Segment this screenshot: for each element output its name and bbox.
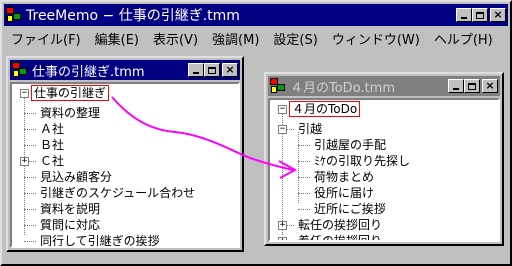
tree-node[interactable]: 資料を説明 [38, 201, 102, 217]
tree-node[interactable]: 荷物まとめ [312, 169, 376, 185]
doc2-close-button[interactable]: × [482, 79, 498, 93]
doc1-minimize-button[interactable] [188, 63, 204, 77]
menu-file[interactable]: ファイル(F) [4, 29, 88, 48]
doc2-window: ４月のToDo.tmm × − ４月のToDo − 引越 引越屋の手配 ﾐｹの引… [264, 72, 504, 246]
tree-group-node[interactable]: 引越 [296, 121, 324, 137]
expand-toggle-icon[interactable]: + [278, 237, 287, 240]
treememo-app-icon[interactable] [6, 7, 22, 23]
doc2-tree-view[interactable]: − ４月のToDo − 引越 引越屋の手配 ﾐｹの引取り先探し 荷物まとめ 役所… [268, 98, 500, 242]
tree-node[interactable]: 質問に対応 [38, 217, 102, 233]
menu-view[interactable]: 表示(V) [146, 29, 205, 48]
doc2-title-bar[interactable]: ４月のToDo.tmm × [268, 76, 500, 96]
doc1-tree-view[interactable]: − 仕事の引継ぎ 資料の整理 Ａ社 Ｂ社 + Ｃ社 見込み顧客分 引継ぎのスケジ… [10, 82, 240, 248]
main-minimize-button[interactable] [456, 8, 472, 22]
tree-node[interactable]: 転任の挨拶回り [296, 217, 384, 233]
main-title-bar[interactable]: TreeMemo − 仕事の引継ぎ.tmm × [4, 4, 508, 26]
doc1-maximize-button[interactable] [204, 63, 220, 77]
close-icon: × [493, 8, 503, 21]
main-maximize-button[interactable] [472, 8, 488, 22]
close-icon: × [225, 63, 235, 76]
doc2-maximize-button[interactable] [464, 79, 480, 93]
tree-node[interactable]: ﾐｹの引取り先探し [312, 153, 412, 169]
tree-node[interactable]: 見込み顧客分 [38, 169, 114, 185]
doc1-title-bar[interactable]: 仕事の引継ぎ.tmm × [10, 60, 240, 80]
tree-node[interactable]: Ｃ社 [38, 153, 66, 169]
expand-toggle-icon[interactable]: + [278, 221, 287, 230]
tree-root-node[interactable]: 仕事の引継ぎ [30, 85, 110, 101]
doc2-app-icon[interactable] [270, 78, 286, 94]
tree-root-node[interactable]: ４月のToDo [288, 101, 361, 117]
minimize-icon [193, 72, 199, 74]
root-node-label: ４月のToDo [288, 101, 361, 117]
main-window-title: TreeMemo − 仕事の引継ぎ.tmm [26, 8, 240, 24]
tree-node[interactable]: 着任の挨拶回り [296, 233, 384, 240]
close-icon: × [485, 79, 495, 92]
collapse-toggle-icon[interactable]: − [20, 89, 29, 98]
doc2-title: ４月のToDo.tmm [290, 80, 395, 96]
tree-node[interactable]: Ｂ社 [38, 137, 66, 153]
doc1-window: 仕事の引継ぎ.tmm × − 仕事の引継ぎ 資料の整理 Ａ社 Ｂ社 + Ｃ社 見… [6, 56, 244, 252]
menu-settings[interactable]: 設定(S) [266, 29, 324, 48]
menu-window[interactable]: ウィンドウ(W) [325, 29, 427, 48]
main-close-button[interactable]: × [490, 8, 506, 22]
maximize-icon [208, 66, 216, 74]
minimize-icon [453, 88, 459, 90]
expand-toggle-icon[interactable]: + [20, 157, 29, 166]
maximize-icon [468, 82, 476, 90]
minimize-icon [461, 17, 467, 19]
root-node-label: 仕事の引継ぎ [30, 85, 110, 101]
maximize-icon [476, 11, 484, 19]
collapse-toggle-icon[interactable]: − [278, 125, 287, 134]
tree-node[interactable]: Ａ社 [38, 121, 66, 137]
menu-edit[interactable]: 編集(E) [88, 29, 146, 48]
tree-node[interactable]: 引継ぎのスケジュール合わせ [38, 185, 197, 201]
doc1-app-icon[interactable] [12, 62, 28, 78]
doc1-close-button[interactable]: × [222, 63, 238, 77]
tree-node[interactable]: 役所に届け [312, 185, 376, 201]
menu-bar: ファイル(F) 編集(E) 表示(V) 強調(M) 設定(S) ウィンドウ(W)… [4, 28, 508, 48]
menu-emphasis[interactable]: 強調(M) [205, 29, 266, 48]
tree-node[interactable]: 同行して引継ぎの挨拶 [38, 233, 162, 246]
doc2-minimize-button[interactable] [448, 79, 464, 93]
doc1-title: 仕事の引継ぎ.tmm [32, 64, 145, 80]
tree-node[interactable]: 近所にご挨拶 [312, 201, 388, 217]
menu-help[interactable]: ヘルプ(H) [427, 29, 500, 48]
tree-node[interactable]: 資料の整理 [38, 105, 102, 121]
collapse-toggle-icon[interactable]: − [278, 105, 287, 114]
tree-node[interactable]: 引越屋の手配 [312, 137, 388, 153]
